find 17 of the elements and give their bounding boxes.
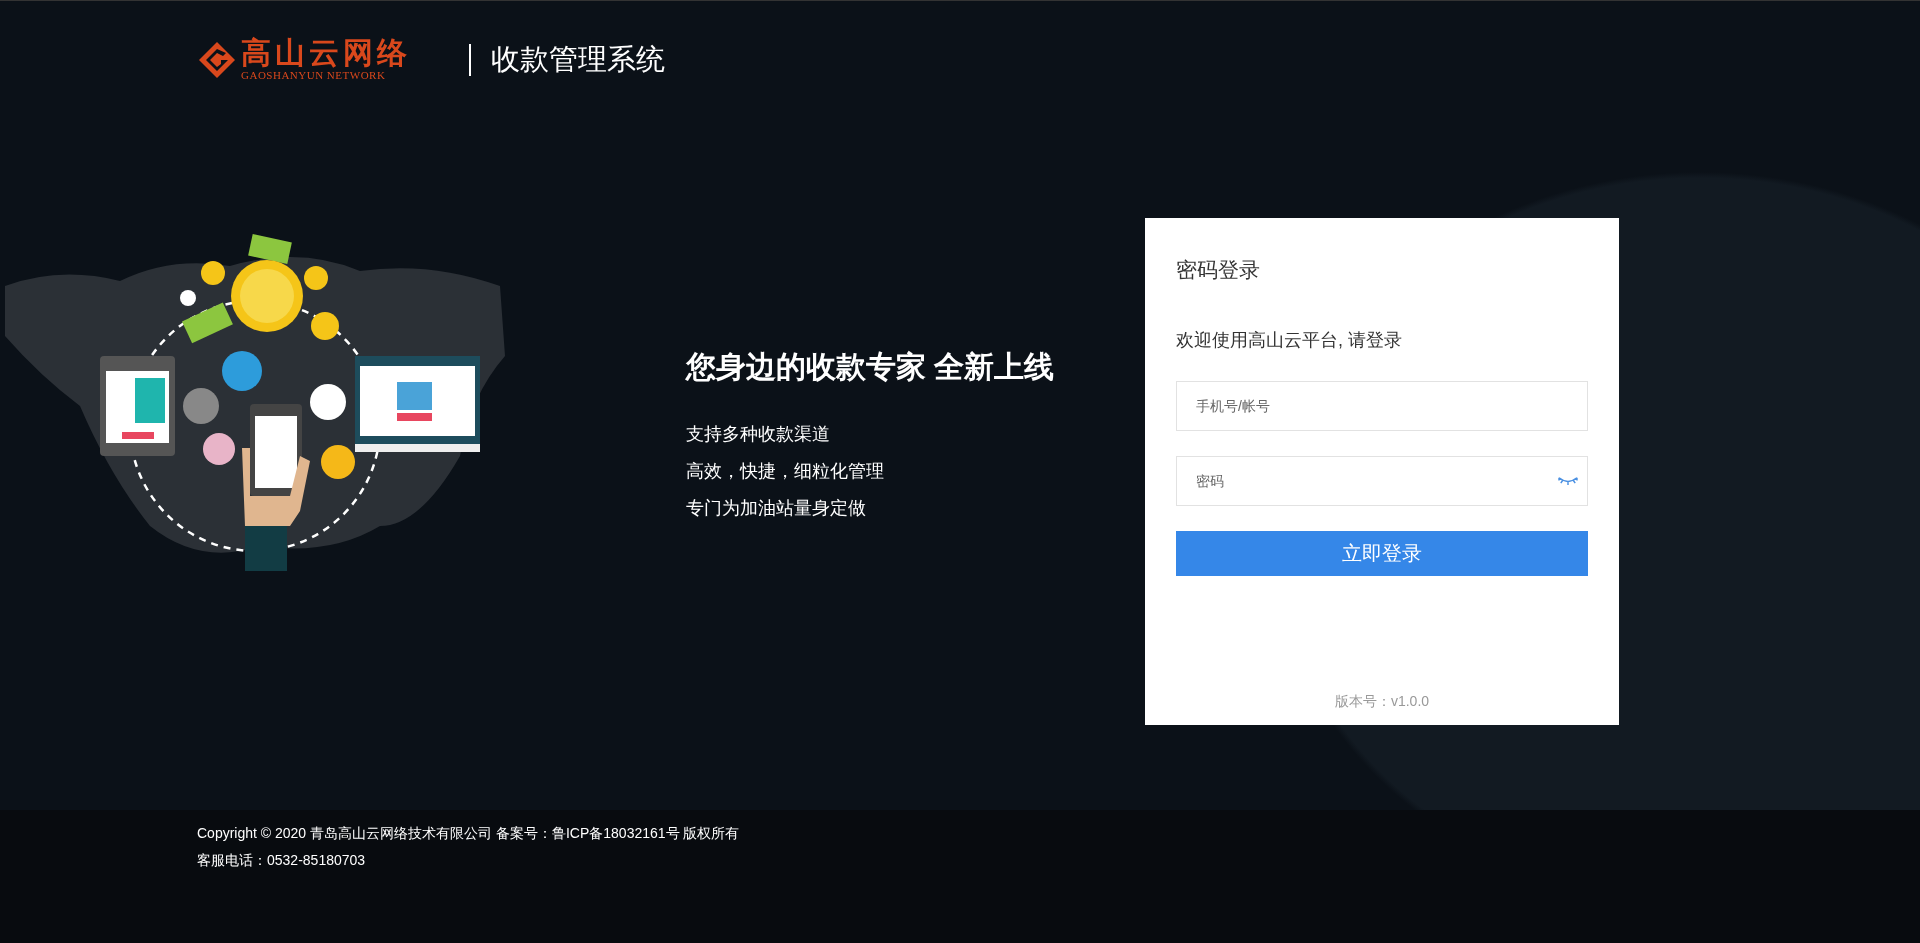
version-text: 版本号：v1.0.0	[1333, 693, 1431, 711]
welcome-text: 欢迎使用高山云平台, 请登录	[1176, 329, 1403, 352]
promo-line: 高效，快捷，细粒化管理	[686, 460, 885, 483]
promo-line: 专门为加油站量身定做	[686, 497, 867, 520]
promo-headline: 您身边的收款专家 全新上线	[686, 349, 1056, 385]
eye-closed-icon[interactable]	[1558, 476, 1578, 485]
account-field[interactable]: 手机号/帐号	[1176, 381, 1588, 431]
logo-icon	[197, 39, 237, 80]
logo-subtitle: GAOSHANYUN NETWORK	[241, 70, 387, 81]
promo-line: 支持多种收款渠道	[686, 423, 831, 446]
login-title: 密码登录	[1176, 257, 1261, 283]
footer-text: 客服电话：0532-85180703	[197, 851, 367, 870]
login-button[interactable]: 立即登录	[1176, 531, 1588, 576]
system-title: 收款管理系统	[491, 41, 665, 77]
password-field[interactable]: 密码	[1176, 456, 1588, 506]
footer-text: Copyright © 2020 青岛高山云网络技术有限公司 备案号：鲁ICP备18032161号 版权所有	[197, 824, 741, 843]
logo-name: 高山云网络	[241, 38, 411, 68]
